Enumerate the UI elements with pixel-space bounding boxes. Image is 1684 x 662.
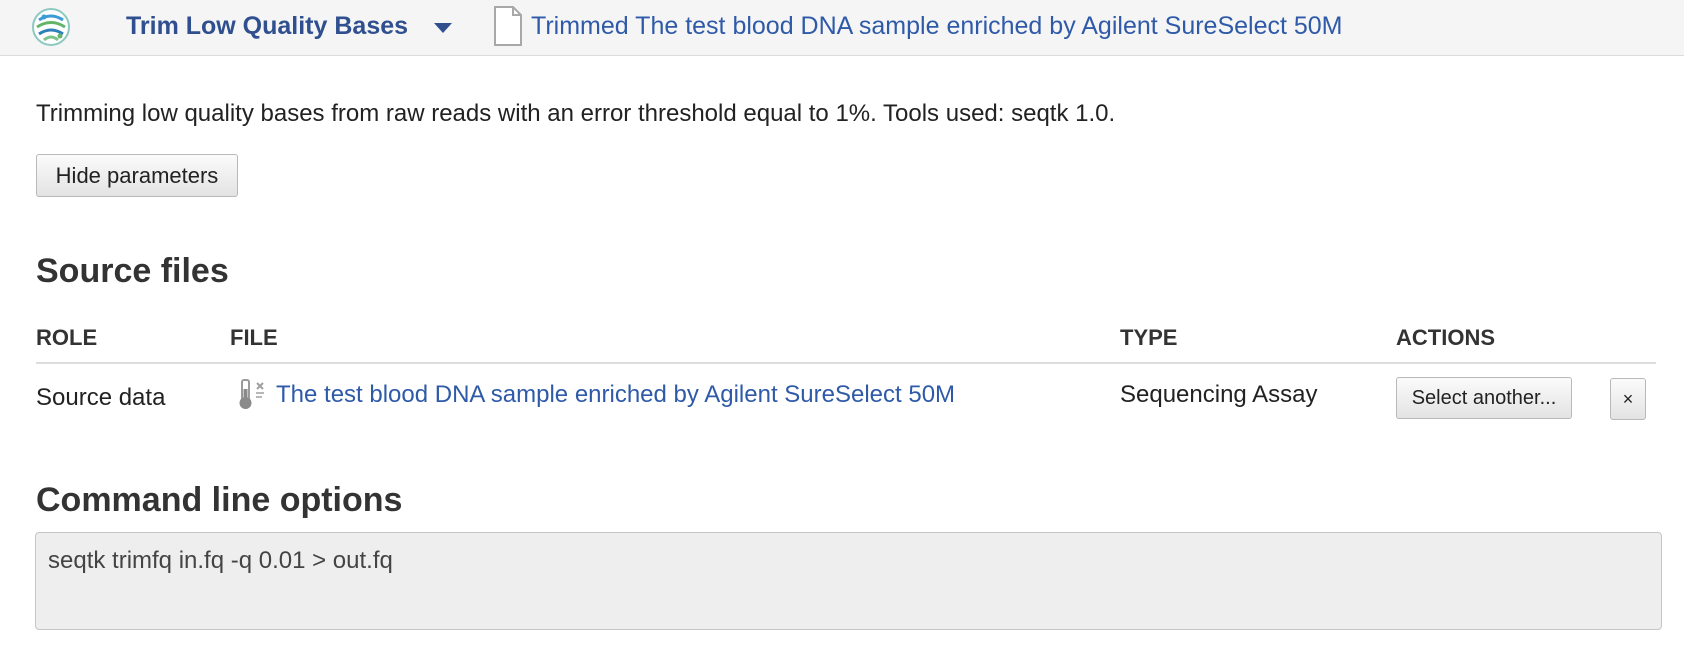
app-description: Trimming low quality bases from raw read… <box>36 100 1116 127</box>
genestack-logo-icon[interactable] <box>30 6 72 48</box>
test-tube-icon <box>234 377 270 413</box>
source-files-heading: Source files <box>36 252 229 290</box>
remove-source-button[interactable]: × <box>1610 378 1646 420</box>
top-bar: Trim Low Quality Bases Trimmed The test … <box>0 0 1684 56</box>
source-file-link[interactable]: The test blood DNA sample enriched by Ag… <box>276 381 955 409</box>
column-header-actions: ACTIONS <box>1396 325 1495 350</box>
column-header-file: FILE <box>230 325 278 350</box>
column-header-role: ROLE <box>36 325 98 350</box>
hide-parameters-button[interactable]: Hide parameters <box>36 154 238 197</box>
tool-name-menu[interactable]: Trim Low Quality Bases <box>126 12 408 41</box>
command-line-field[interactable]: seqtk trimfq in.fq -q 0.01 > out.fq <box>35 532 1662 630</box>
role-cell: Source data <box>36 384 166 411</box>
select-another-button[interactable]: Select another... <box>1396 377 1572 419</box>
command-line-heading: Command line options <box>36 481 403 519</box>
output-file-link[interactable]: Trimmed The test blood DNA sample enrich… <box>531 12 1343 41</box>
column-header-type: TYPE <box>1120 325 1178 350</box>
chevron-down-icon[interactable] <box>434 23 452 33</box>
table-header-divider <box>36 362 1656 364</box>
document-icon <box>493 6 523 46</box>
type-cell: Sequencing Assay <box>1120 381 1318 408</box>
